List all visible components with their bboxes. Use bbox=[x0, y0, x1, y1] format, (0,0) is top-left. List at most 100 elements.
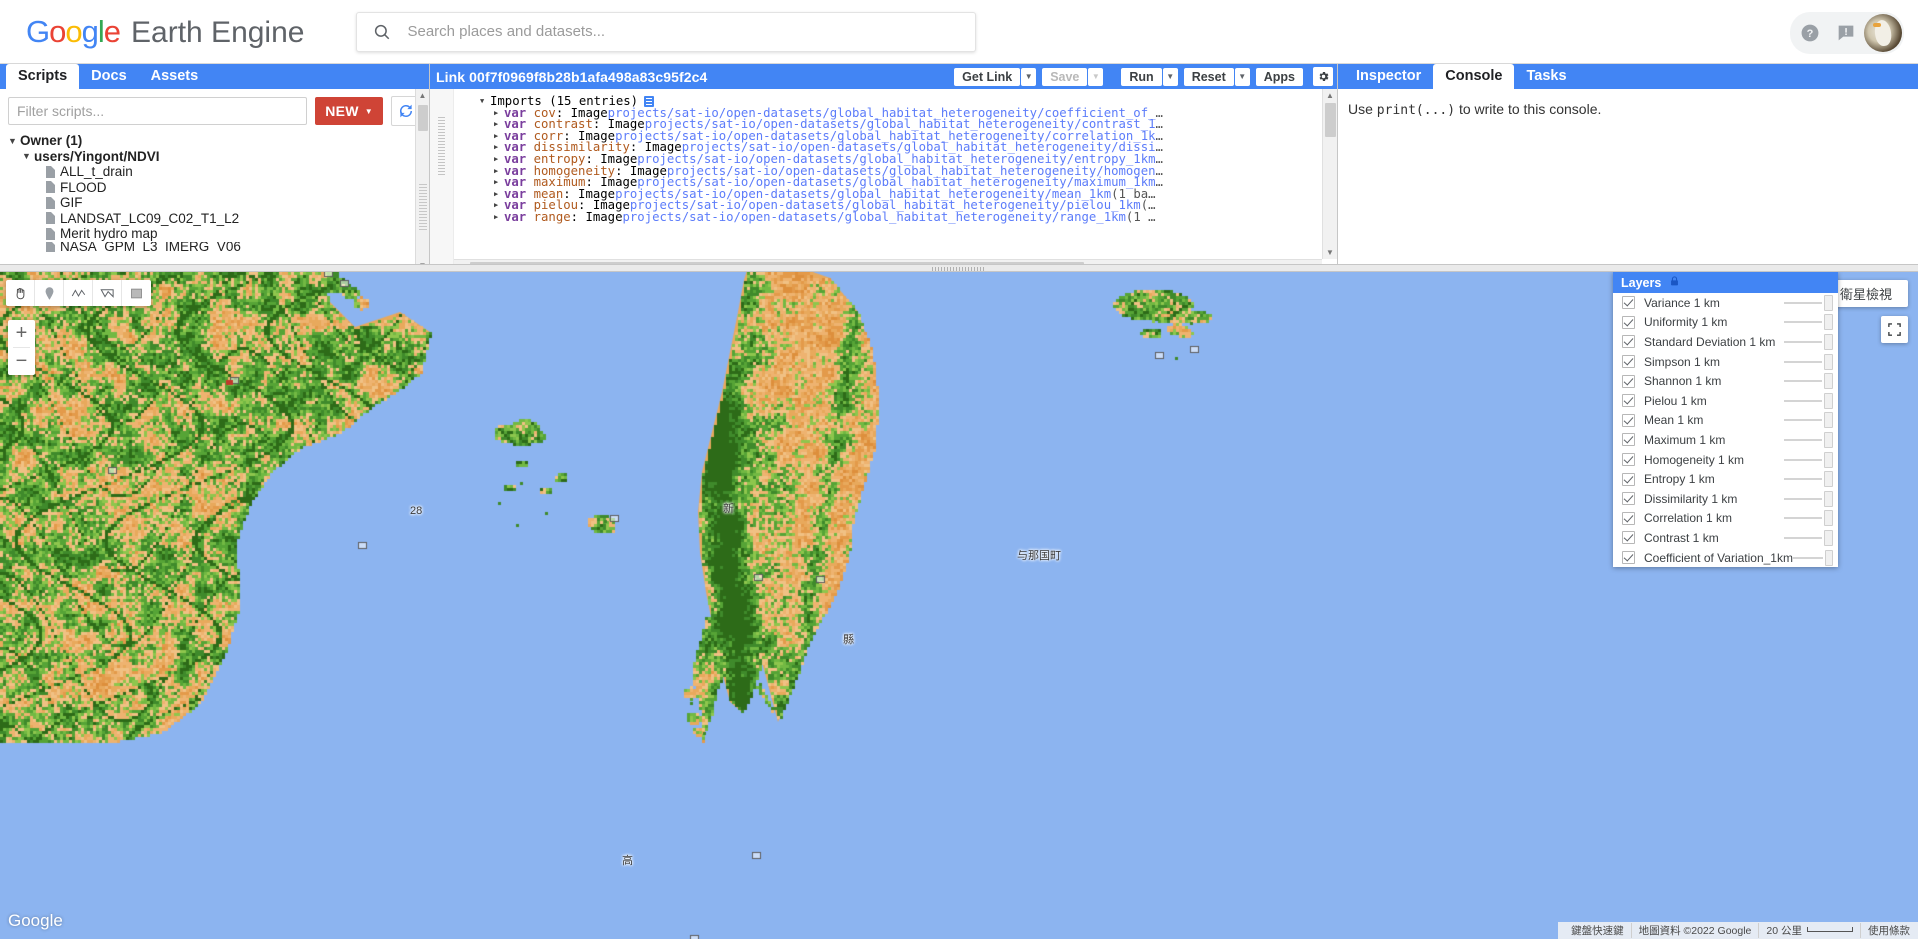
panel-splitter[interactable] bbox=[0, 264, 1918, 272]
layer-checkbox[interactable] bbox=[1622, 413, 1635, 427]
list-item[interactable]: LANDSAT_LC09_C02_T1_L2 bbox=[8, 211, 429, 227]
expand-triangle-icon[interactable]: ▶ bbox=[494, 189, 500, 201]
tab-tasks[interactable]: Tasks bbox=[1514, 64, 1578, 89]
scroll-down-icon[interactable]: ▼ bbox=[1323, 246, 1337, 259]
terms-link[interactable]: 使用條款 bbox=[1861, 923, 1912, 938]
layer-checkbox[interactable] bbox=[1622, 394, 1635, 408]
layer-checkbox[interactable] bbox=[1622, 472, 1635, 486]
layer-opacity-knob[interactable] bbox=[1824, 353, 1833, 370]
layer-opacity-slider[interactable] bbox=[1784, 419, 1822, 422]
editor-vertical-scrollbar[interactable]: ▲ ▼ bbox=[1322, 89, 1337, 259]
layer-checkbox[interactable] bbox=[1622, 335, 1635, 349]
tab-inspector[interactable]: Inspector bbox=[1344, 64, 1433, 89]
layer-opacity-slider[interactable] bbox=[1784, 380, 1822, 383]
layer-row[interactable]: Maximum 1 km bbox=[1613, 430, 1838, 450]
feedback-icon[interactable] bbox=[1828, 15, 1864, 51]
layer-opacity-slider[interactable] bbox=[1784, 340, 1822, 343]
expand-triangle-icon[interactable]: ▶ bbox=[494, 119, 500, 131]
search-input[interactable] bbox=[405, 13, 976, 50]
expand-triangle-icon[interactable]: ▶ bbox=[494, 177, 500, 189]
save-dropdown-icon[interactable]: ▼ bbox=[1088, 67, 1104, 86]
get-link-dropdown-icon[interactable]: ▼ bbox=[1021, 67, 1037, 86]
avatar[interactable] bbox=[1864, 14, 1902, 52]
save-button[interactable]: Save bbox=[1042, 67, 1088, 86]
layer-opacity-knob[interactable] bbox=[1824, 392, 1833, 409]
layer-opacity-knob[interactable] bbox=[1824, 412, 1833, 429]
scrollbar-thumb[interactable] bbox=[1325, 103, 1336, 137]
run-dropdown-icon[interactable]: ▼ bbox=[1162, 67, 1178, 86]
resize-grip[interactable] bbox=[419, 184, 427, 230]
layer-row[interactable]: Contrast 1 km bbox=[1613, 528, 1838, 548]
collapse-triangle-icon[interactable]: ▼ bbox=[480, 96, 486, 108]
layer-opacity-slider[interactable] bbox=[1784, 517, 1822, 520]
layer-checkbox[interactable] bbox=[1622, 296, 1635, 310]
zoom-in-button[interactable]: + bbox=[8, 320, 35, 347]
layer-opacity-knob[interactable] bbox=[1825, 549, 1833, 566]
list-item[interactable]: NASA_GPM_L3_IMERG_V06 bbox=[8, 241, 429, 252]
splitter-grip[interactable] bbox=[932, 267, 986, 271]
tree-node-user-folder[interactable]: ▼ users/Yingont/NDVI bbox=[8, 149, 429, 165]
layer-checkbox[interactable] bbox=[1622, 492, 1635, 506]
layer-opacity-knob[interactable] bbox=[1824, 471, 1833, 488]
layer-opacity-knob[interactable] bbox=[1824, 294, 1833, 311]
layer-checkbox[interactable] bbox=[1622, 453, 1635, 467]
list-item[interactable]: ALL_t_drain bbox=[8, 164, 429, 180]
editor-body[interactable]: ▼ Imports (15 entries) ▶ var cov: Image p… bbox=[430, 89, 1337, 272]
tab-console[interactable]: Console bbox=[1433, 64, 1515, 89]
layer-opacity-slider[interactable] bbox=[1784, 497, 1822, 500]
gutter-grip[interactable] bbox=[438, 117, 445, 175]
polyline-icon[interactable] bbox=[64, 280, 93, 306]
layer-opacity-slider[interactable] bbox=[1784, 360, 1822, 363]
new-script-button[interactable]: NEW ▼ bbox=[315, 97, 383, 125]
layer-opacity-slider[interactable] bbox=[1784, 399, 1822, 402]
layer-row[interactable]: Coefficient of Variation_1km bbox=[1613, 548, 1838, 568]
layer-opacity-knob[interactable] bbox=[1824, 431, 1833, 448]
layer-row[interactable]: Simpson 1 km bbox=[1613, 352, 1838, 372]
expand-triangle-icon[interactable]: ▶ bbox=[494, 166, 500, 178]
layer-opacity-slider[interactable] bbox=[1784, 478, 1822, 481]
layer-opacity-knob[interactable] bbox=[1824, 490, 1833, 507]
layer-row[interactable]: Uniformity 1 km bbox=[1613, 313, 1838, 333]
tree-node-owner[interactable]: ▼ Owner (1) bbox=[8, 133, 429, 149]
layer-checkbox[interactable] bbox=[1622, 315, 1635, 329]
layer-opacity-slider[interactable] bbox=[1784, 321, 1822, 324]
apps-button[interactable]: Apps bbox=[1255, 67, 1303, 86]
list-item[interactable]: Merit hydro map bbox=[8, 226, 429, 242]
layer-opacity-slider[interactable] bbox=[1784, 536, 1822, 539]
expand-triangle-icon[interactable]: ▶ bbox=[494, 154, 500, 166]
search-bar[interactable] bbox=[356, 11, 977, 52]
run-button[interactable]: Run bbox=[1121, 67, 1162, 86]
map-region[interactable]: 新縣高与那国町蘭嶼鄉28 + − 地圖 衛 bbox=[0, 272, 1918, 939]
fullscreen-icon[interactable] bbox=[1881, 316, 1908, 343]
tab-scripts[interactable]: Scripts bbox=[6, 64, 80, 89]
layer-row[interactable]: Correlation 1 km bbox=[1613, 509, 1838, 529]
code-line[interactable]: ▶ var range: Image projects/sat-io/open-d… bbox=[454, 211, 1322, 224]
layer-opacity-slider[interactable] bbox=[1784, 301, 1822, 304]
layer-row[interactable]: Variance 1 km bbox=[1613, 293, 1838, 313]
list-item[interactable]: GIF bbox=[8, 195, 429, 211]
layer-opacity-knob[interactable] bbox=[1824, 510, 1833, 527]
layer-opacity-slider[interactable] bbox=[1792, 556, 1824, 559]
expand-triangle-icon[interactable]: ▶ bbox=[494, 142, 500, 154]
expand-triangle-icon[interactable]: ▶ bbox=[494, 200, 500, 212]
layer-checkbox[interactable] bbox=[1622, 531, 1635, 545]
scripts-scrollbar[interactable]: ▲ ▼ bbox=[415, 89, 429, 272]
layer-row[interactable]: Mean 1 km bbox=[1613, 411, 1838, 431]
help-icon[interactable]: ? bbox=[1792, 15, 1828, 51]
scroll-up-icon[interactable]: ▲ bbox=[1323, 89, 1337, 102]
layer-row[interactable]: Shannon 1 km bbox=[1613, 371, 1838, 391]
reset-dropdown-icon[interactable]: ▼ bbox=[1234, 67, 1250, 86]
lock-icon[interactable] bbox=[1669, 275, 1680, 290]
scroll-up-icon[interactable]: ▲ bbox=[416, 89, 429, 102]
layer-opacity-knob[interactable] bbox=[1824, 529, 1833, 546]
polygon-icon[interactable] bbox=[93, 280, 122, 306]
expand-triangle-icon[interactable]: ▶ bbox=[494, 108, 500, 120]
layer-checkbox[interactable] bbox=[1622, 374, 1635, 388]
layer-checkbox[interactable] bbox=[1622, 511, 1635, 525]
layer-row[interactable]: Pielou 1 km bbox=[1613, 391, 1838, 411]
layer-checkbox[interactable] bbox=[1622, 551, 1635, 565]
gear-icon[interactable] bbox=[1313, 67, 1333, 86]
layer-row[interactable]: Entropy 1 km bbox=[1613, 469, 1838, 489]
layer-checkbox[interactable] bbox=[1622, 433, 1635, 447]
layer-opacity-slider[interactable] bbox=[1784, 458, 1822, 461]
